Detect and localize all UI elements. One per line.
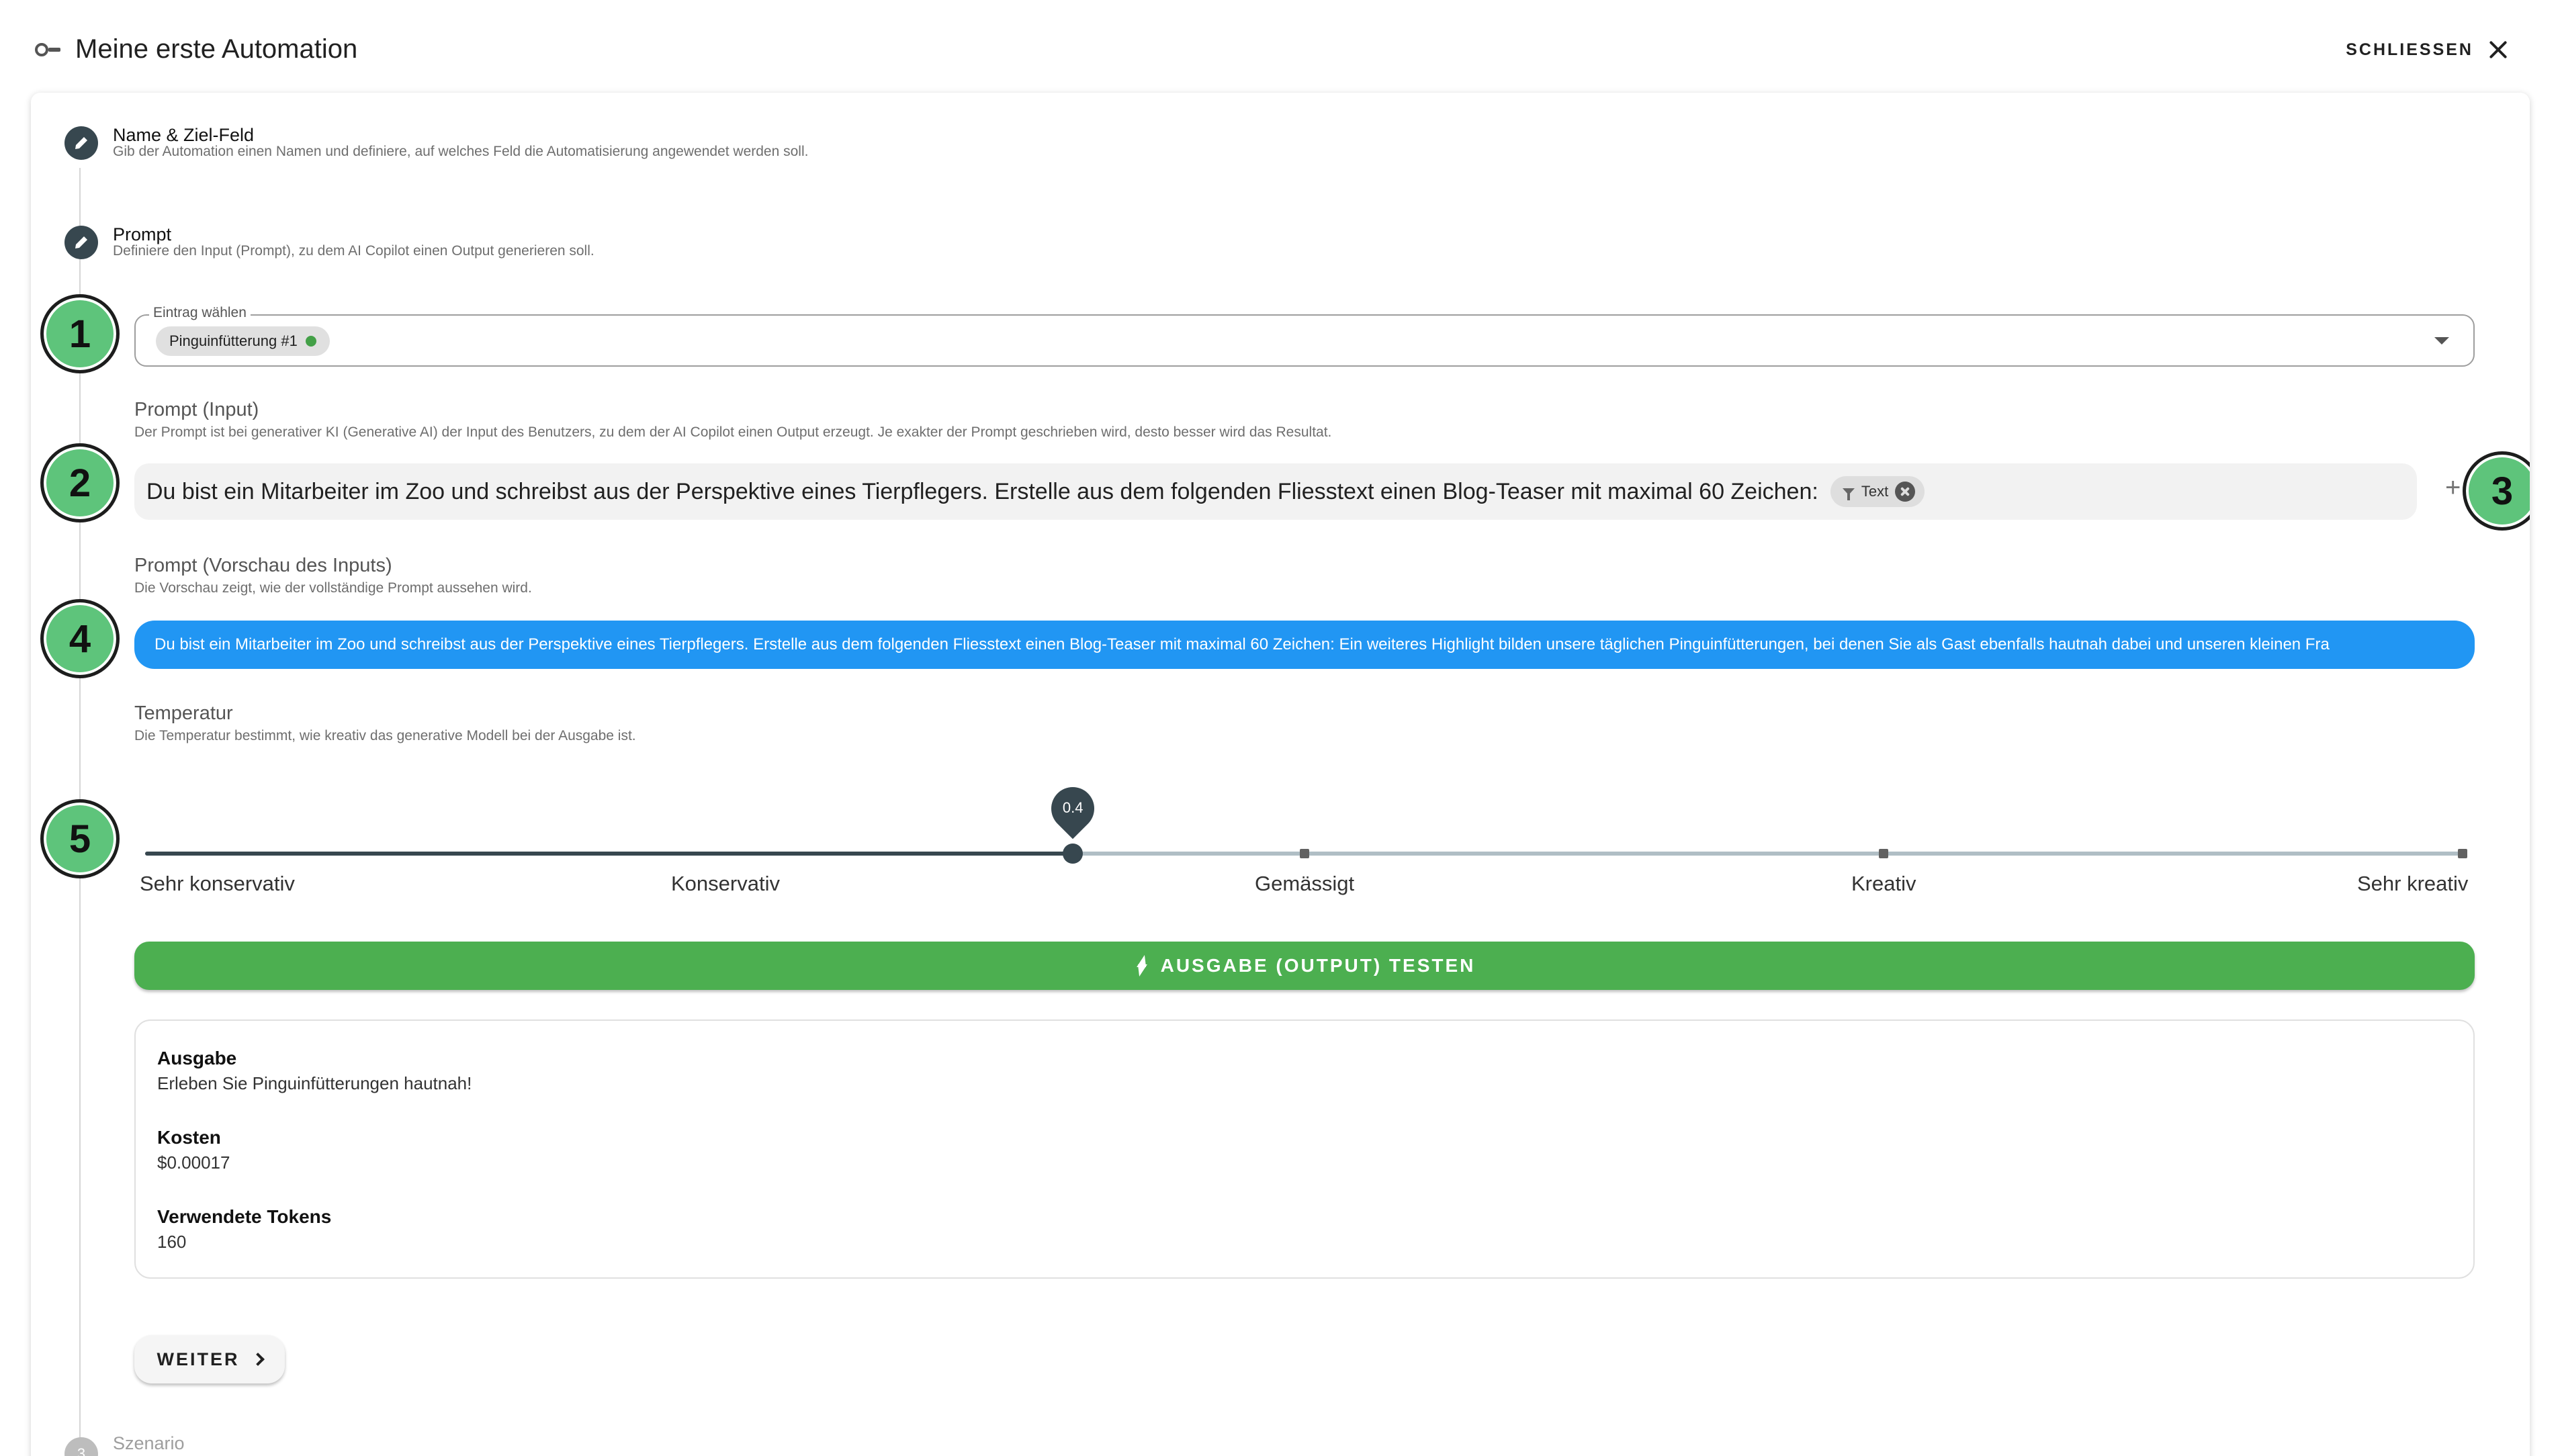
bolt-icon	[1134, 955, 1149, 976]
slider-tick-label: Sehr kreativ	[2357, 872, 2469, 895]
slider-thumb[interactable]	[1063, 844, 1084, 864]
callout-marker-5: 5	[40, 799, 120, 878]
automation-card: Name & Ziel-Feld Gib der Automation eine…	[31, 93, 2530, 1456]
prompt-input-field[interactable]: Du bist ein Mitarbeiter im Zoo und schre…	[134, 463, 2417, 520]
step-3-title[interactable]: Szenario	[113, 1433, 185, 1454]
entry-select[interactable]: Eintrag wählen Pinguinfütterung #1	[134, 305, 2475, 367]
top-bar: Meine erste Automation SCHLIESSEN	[0, 0, 2562, 94]
slider-tick-label: Sehr konservativ	[140, 872, 295, 895]
step-1-subtitle: Gib der Automation einen Namen und defin…	[113, 144, 809, 159]
prompt-input-description: Der Prompt ist bei generativer KI (Gener…	[134, 424, 1332, 440]
slider-tick-label: Konservativ	[671, 872, 780, 895]
slider-value-label: 0.4	[1062, 799, 1084, 816]
cost-heading: Kosten	[157, 1127, 221, 1148]
entry-chip-label: Pinguinfütterung #1	[169, 332, 298, 349]
output-result-card: Ausgabe Erleben Sie Pinguinfütterungen h…	[134, 1019, 2475, 1279]
pencil-icon	[75, 236, 87, 248]
test-output-label: AUSGABE (OUTPUT) TESTEN	[1160, 955, 1476, 976]
step-2-subtitle: Definiere den Input (Prompt), zu dem AI …	[113, 243, 594, 259]
callout-marker-4: 4	[40, 599, 120, 678]
pencil-icon	[75, 137, 87, 149]
callout-marker-1: 1	[40, 294, 120, 373]
output-heading: Ausgabe	[157, 1048, 237, 1068]
step-3-badge[interactable]: 3	[64, 1437, 98, 1456]
toggle-off-icon	[35, 43, 60, 56]
slider-tick	[1879, 849, 1888, 858]
tokens-heading: Verwendete Tokens	[157, 1206, 332, 1227]
filter-icon	[1842, 488, 1855, 500]
slider-fill	[145, 852, 1072, 856]
step-1-title[interactable]: Name & Ziel-Feld	[113, 125, 254, 146]
cost-value: $0.00017	[157, 1152, 230, 1173]
dropdown-arrow-icon[interactable]	[2434, 337, 2449, 345]
step-2-title[interactable]: Prompt	[113, 224, 171, 245]
callout-marker-3: 3	[2463, 451, 2530, 531]
temperature-label: Temperatur	[134, 702, 233, 724]
entry-chip[interactable]: Pinguinfütterung #1	[156, 326, 330, 356]
close-label: SCHLIESSEN	[2346, 40, 2473, 59]
prompt-preview-description: Die Vorschau zeigt, wie der vollständige…	[134, 580, 532, 596]
prompt-preview-box: Du bist ein Mitarbeiter im Zoo und schre…	[134, 621, 2475, 669]
callout-marker-2: 2	[40, 443, 120, 522]
step-2-pencil-icon[interactable]	[64, 226, 98, 259]
test-output-button[interactable]: AUSGABE (OUTPUT) TESTEN	[134, 942, 2475, 990]
status-dot-icon	[305, 336, 316, 347]
chip-remove-icon[interactable]	[1895, 482, 1916, 502]
page-title: Meine erste Automation	[75, 34, 358, 64]
prompt-input-text: Du bist ein Mitarbeiter im Zoo und schre…	[146, 478, 1818, 504]
slider-tick-label: Kreativ	[1851, 872, 1916, 895]
close-icon	[2488, 40, 2508, 60]
step-1-pencil-icon[interactable]	[64, 126, 98, 160]
entry-select-label: Eintrag wählen	[149, 305, 251, 321]
slider-tick	[2458, 849, 2467, 858]
chevron-right-icon	[251, 1353, 265, 1366]
temperature-description: Die Temperatur bestimmt, wie kreativ das…	[134, 728, 636, 743]
next-button[interactable]: WEITER	[134, 1335, 285, 1383]
prompt-preview-text: Du bist ein Mitarbeiter im Zoo und schre…	[154, 635, 2330, 653]
output-value: Erleben Sie Pinguinfütterungen hautnah!	[157, 1073, 472, 1093]
slider-tick-label: Gemässigt	[1255, 872, 1355, 895]
add-variable-button[interactable]: +	[2445, 474, 2461, 501]
slider-tick	[1300, 849, 1309, 858]
prompt-input-label: Prompt (Input)	[134, 399, 259, 420]
prompt-preview-label: Prompt (Vorschau des Inputs)	[134, 555, 392, 576]
close-button[interactable]: SCHLIESSEN	[2346, 35, 2508, 64]
variable-chip-label: Text	[1861, 483, 1889, 500]
tokens-value: 160	[157, 1232, 187, 1252]
variable-chip-text[interactable]: Text	[1830, 476, 1925, 507]
next-button-label: WEITER	[157, 1349, 240, 1369]
